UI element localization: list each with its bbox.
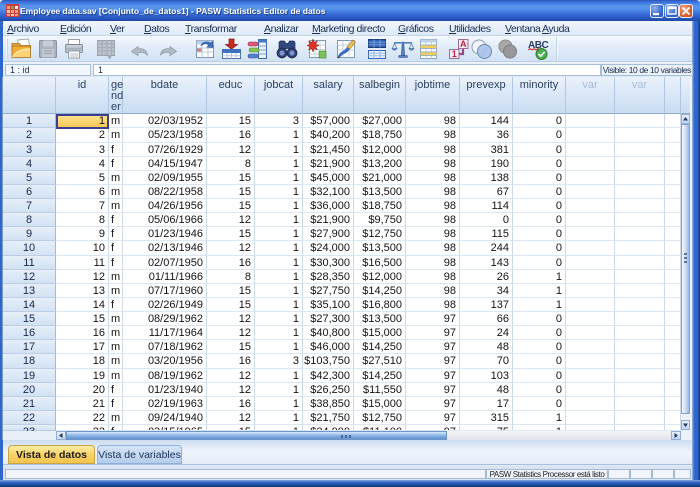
svg-text:A: A — [460, 39, 467, 49]
svg-text:1: 1 — [452, 49, 457, 59]
